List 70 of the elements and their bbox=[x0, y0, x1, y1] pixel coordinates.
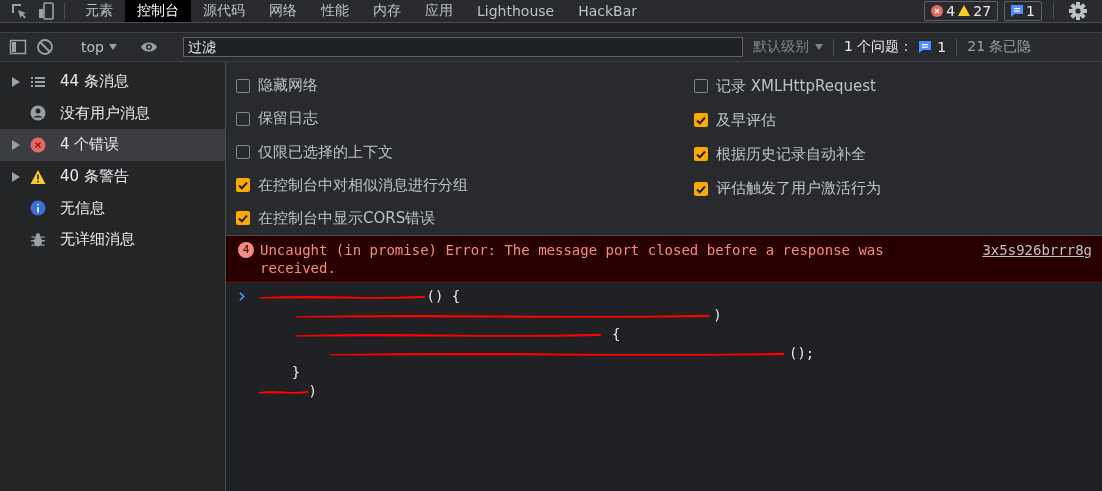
tab[interactable]: 网络 bbox=[257, 0, 309, 22]
sidebar-item[interactable]: 4 个错误 bbox=[0, 129, 225, 161]
user-icon bbox=[30, 105, 46, 122]
setting-option[interactable]: 及早评估 bbox=[694, 103, 1092, 138]
tab[interactable]: 内存 bbox=[361, 0, 413, 22]
code-text: } bbox=[291, 363, 301, 382]
sidebar-toggle-icon[interactable] bbox=[9, 38, 27, 56]
code-text: (); bbox=[789, 344, 815, 363]
bug-icon bbox=[30, 231, 46, 248]
code-text: ) bbox=[308, 382, 317, 401]
error-warning-counter[interactable]: 4 27 bbox=[924, 1, 999, 21]
checkbox[interactable] bbox=[694, 113, 708, 128]
info-icon bbox=[30, 200, 46, 217]
error-icon bbox=[931, 5, 944, 17]
inspect-icon[interactable] bbox=[10, 2, 28, 20]
context-dropdown[interactable]: top bbox=[77, 39, 121, 55]
caret-icon bbox=[814, 44, 823, 50]
error-message: Uncaught (in promise) Error: The message port closed before a response was received. bbox=[260, 241, 885, 277]
checkbox[interactable] bbox=[694, 79, 708, 94]
tab[interactable]: Lighthouse bbox=[465, 0, 567, 22]
scribble-mark bbox=[258, 388, 309, 395]
message-icon bbox=[919, 41, 932, 53]
setting-option[interactable]: 在控制台中对相似消息进行分组 bbox=[236, 168, 634, 202]
hidden-count: 21 条已隐 bbox=[967, 38, 1032, 56]
expand-arrow-icon[interactable] bbox=[12, 76, 20, 87]
tab[interactable]: 性能 bbox=[309, 0, 361, 22]
prompt-icon bbox=[239, 292, 245, 301]
device-icon[interactable] bbox=[38, 2, 56, 20]
level-dropdown[interactable]: 默认级别 bbox=[752, 38, 823, 56]
issues-counter[interactable]: 1 bbox=[1004, 1, 1042, 21]
sidebar-item[interactable]: 无信息 bbox=[0, 192, 225, 224]
sidebar-item[interactable]: 没有用户消息 bbox=[0, 97, 225, 130]
tab[interactable]: 应用 bbox=[413, 0, 465, 22]
error-count-badge: 4 bbox=[238, 242, 254, 258]
checkbox[interactable] bbox=[236, 111, 250, 126]
warning-icon bbox=[30, 168, 46, 185]
code-text: () { bbox=[426, 287, 461, 306]
tab[interactable]: 源代码 bbox=[191, 0, 257, 22]
setting-option[interactable]: 仅限已选择的上下文 bbox=[236, 135, 634, 169]
issues-button[interactable]: 1 个问题： 1 bbox=[832, 38, 958, 56]
filter-field[interactable]: 过滤 bbox=[182, 37, 743, 57]
tab[interactable]: HackBar bbox=[566, 0, 650, 22]
sidebar-item[interactable]: 40 条警告 bbox=[0, 160, 225, 193]
clear-icon[interactable] bbox=[36, 38, 54, 56]
tab[interactable]: 控制台 bbox=[125, 0, 191, 22]
checkbox[interactable] bbox=[694, 181, 708, 196]
expand-arrow-icon[interactable] bbox=[12, 171, 20, 182]
setting-option[interactable]: 保留日志 bbox=[236, 102, 634, 136]
code-text: { bbox=[611, 325, 621, 344]
source-link[interactable]: 3x5s926brrr8g bbox=[982, 241, 1092, 277]
setting-option[interactable]: 隐藏网络 bbox=[236, 69, 634, 103]
expand-arrow-icon[interactable] bbox=[12, 140, 20, 150]
warning-icon bbox=[958, 5, 971, 17]
checkbox[interactable] bbox=[236, 145, 250, 159]
checkbox[interactable] bbox=[236, 211, 250, 226]
message-icon bbox=[1011, 5, 1024, 17]
setting-option[interactable]: 根据历史记录自动补全 bbox=[694, 137, 1092, 172]
setting-option[interactable]: 评估触发了用户激活行为 bbox=[694, 171, 1092, 206]
caret-icon bbox=[108, 44, 117, 50]
checkbox[interactable] bbox=[236, 178, 250, 193]
setting-option[interactable]: 记录 XMLHttpRequest bbox=[694, 69, 1092, 104]
sidebar-item[interactable]: 44 条消息 bbox=[0, 66, 225, 98]
sidebar-item[interactable]: 无详细消息 bbox=[0, 223, 225, 256]
setting-option[interactable]: 在控制台中显示CORS错误 bbox=[236, 201, 634, 235]
checkbox[interactable] bbox=[694, 147, 708, 162]
error-icon bbox=[30, 137, 46, 153]
tab[interactable]: 元素 bbox=[73, 0, 125, 22]
settings-icon[interactable] bbox=[1068, 1, 1088, 21]
checkbox[interactable] bbox=[236, 78, 250, 93]
code-text: ) bbox=[713, 306, 722, 325]
